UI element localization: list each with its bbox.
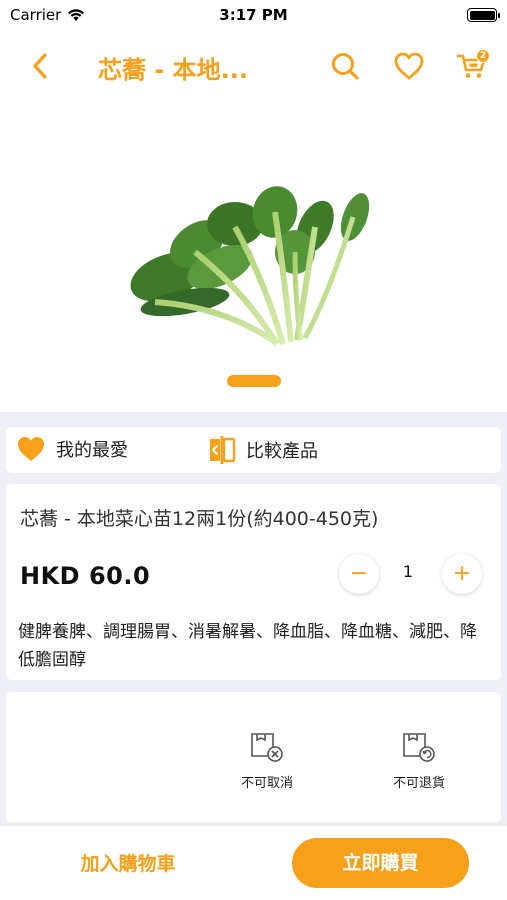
compare-product-button[interactable]: 比較產品 xyxy=(208,435,318,465)
policy-no-cancel: 不可取消 xyxy=(222,728,312,791)
heart-filled-icon xyxy=(18,437,44,461)
vegetable-image xyxy=(130,186,370,346)
buy-now-button[interactable]: 立即購買 xyxy=(292,838,469,888)
no-return-icon xyxy=(403,733,435,762)
no-cancel-label: 不可取消 xyxy=(240,776,293,791)
favorite-label: 我的最愛 xyxy=(56,440,128,461)
product-info-card: 芯蕎 - 本地菜心苗12兩1份(約400-450克) HKD 60.0 − 1 … xyxy=(6,484,501,680)
status-left: Carrier xyxy=(10,6,85,24)
compare-icon xyxy=(210,436,236,464)
product-description: 健脾養脾、調理腸胃、消暑解暑、降血脂、降血糖、減肥、降低膽固醇 xyxy=(18,622,477,670)
cart-button[interactable]: 2 xyxy=(454,48,490,84)
no-return-label: 不可退貨 xyxy=(392,776,445,791)
search-icon xyxy=(332,53,359,80)
cart-count-badge: 2 xyxy=(476,49,490,63)
product-price: HKD 60.0 xyxy=(20,562,151,590)
carrier-label: Carrier xyxy=(10,6,62,24)
compare-label: 比較產品 xyxy=(246,441,318,462)
page-indicator xyxy=(227,375,281,387)
product-actions-card: 我的最愛 比較產品 xyxy=(6,427,501,473)
search-button[interactable] xyxy=(327,48,363,84)
policy-no-return: 不可退貨 xyxy=(374,728,464,791)
quantity-increase-button[interactable]: + xyxy=(442,554,482,594)
heart-icon xyxy=(394,52,424,80)
favorite-button[interactable] xyxy=(391,48,427,84)
page-title: 芯蕎 - 本地... xyxy=(98,56,249,84)
back-chevron-icon xyxy=(33,53,47,79)
product-gallery[interactable] xyxy=(0,102,507,412)
no-cancel-icon xyxy=(251,733,283,762)
quantity-decrease-button[interactable]: − xyxy=(339,554,379,594)
nav-bar: 芯蕎 - 本地... 2 xyxy=(0,30,507,102)
back-button[interactable] xyxy=(22,48,58,84)
product-name: 芯蕎 - 本地菜心苗12兩1份(約400-450克) xyxy=(20,508,379,530)
status-bar: Carrier 3:17 PM xyxy=(0,0,507,30)
bottom-action-bar: 加入購物車 立即購買 xyxy=(0,826,507,900)
quantity-value: 1 xyxy=(402,562,414,581)
policy-card: 不可取消 不可退貨 xyxy=(6,692,501,822)
wifi-icon xyxy=(68,9,85,21)
battery-icon xyxy=(467,8,500,22)
add-to-cart-button[interactable]: 加入購物車 xyxy=(50,846,206,882)
add-favorite-button[interactable]: 我的最愛 xyxy=(16,435,128,463)
